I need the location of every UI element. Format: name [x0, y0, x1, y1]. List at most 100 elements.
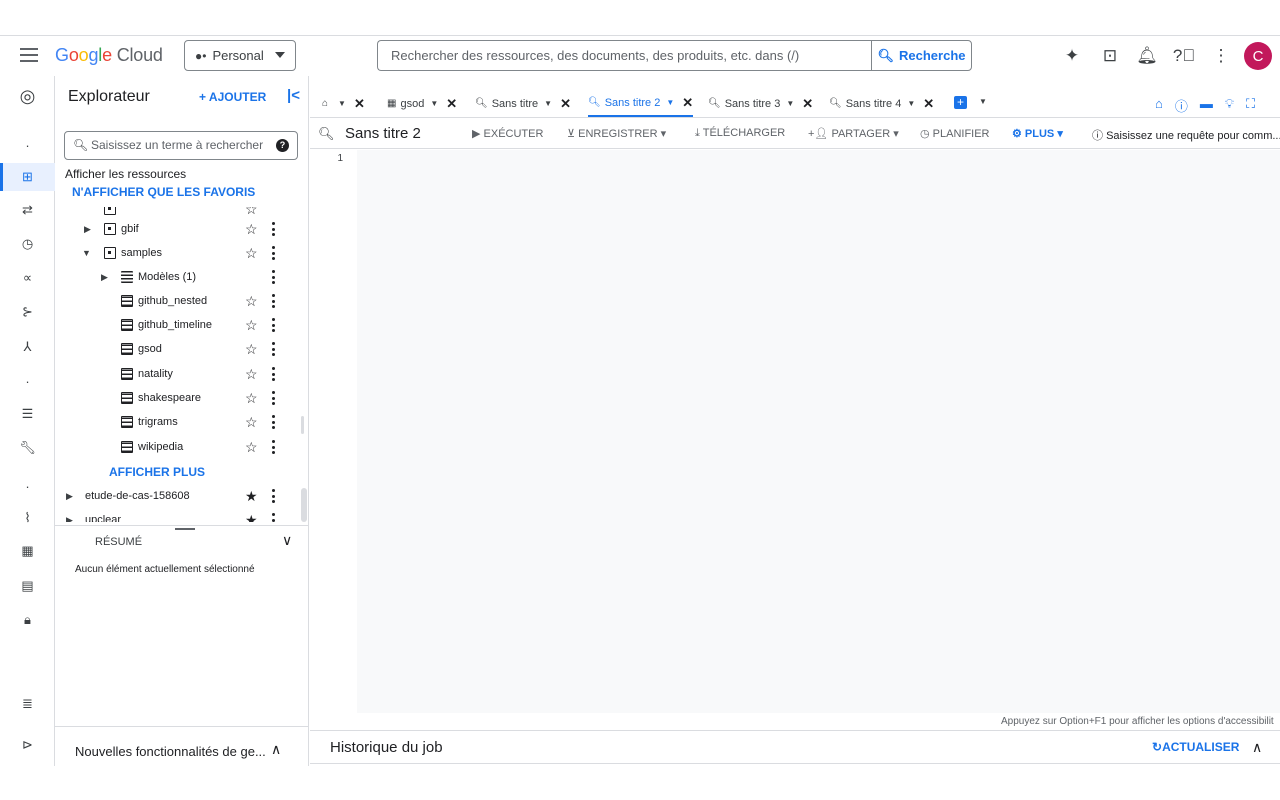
- project-selector[interactable]: ●• Personal: [184, 40, 296, 71]
- main-menu-icon[interactable]: [20, 48, 38, 62]
- expand-arrow-icon[interactable]: ▶: [66, 515, 73, 523]
- dashboard-icon[interactable]: ▦: [0, 537, 55, 565]
- fullscreen-icon[interactable]: ⛶: [1246, 96, 1255, 115]
- catalog-icon[interactable]: ▤: [0, 572, 55, 600]
- explorer-search-input[interactable]: 🔍︎ Saisissez un terme à rechercher ?: [64, 131, 298, 160]
- monitoring-icon[interactable]: ⌇: [0, 504, 55, 532]
- gemini-icon[interactable]: ✦: [1062, 46, 1082, 66]
- more-button[interactable]: ⚙ PLUS ▾: [1012, 127, 1063, 140]
- more-vert-icon[interactable]: [272, 270, 275, 284]
- star-outline-icon[interactable]: ☆: [245, 207, 258, 218]
- more-vert-icon[interactable]: [272, 391, 275, 405]
- rail-dot-icon[interactable]: ·: [0, 472, 55, 500]
- expand-arrow-icon[interactable]: ▶: [84, 224, 91, 235]
- expand-arrow-icon[interactable]: ▶: [66, 491, 73, 502]
- new-features-bar[interactable]: Nouvelles fonctionnalités de ge... ∧: [55, 726, 309, 766]
- star-outline-icon[interactable]: ☆: [245, 317, 258, 334]
- close-icon[interactable]: ✕: [446, 96, 457, 112]
- lock-icon[interactable]: 🔒︎: [0, 606, 55, 634]
- star-outline-icon[interactable]: ☆: [245, 341, 258, 358]
- sql-editor[interactable]: 1: [310, 150, 1280, 715]
- expand-rail-icon[interactable]: ⊳: [0, 731, 55, 759]
- close-icon[interactable]: ✕: [682, 95, 693, 111]
- studio-icon[interactable]: ⊞: [0, 163, 55, 191]
- rail-dot-icon[interactable]: ·: [0, 367, 55, 395]
- tree-row[interactable]: natality ☆: [55, 362, 299, 386]
- avatar[interactable]: C: [1244, 42, 1272, 70]
- job-history-bar[interactable]: Historique du job ↻ACTUALISER ∧: [310, 730, 1280, 764]
- tree-row[interactable]: ▼ samples ☆: [55, 241, 299, 265]
- star-outline-icon[interactable]: ☆: [245, 366, 258, 383]
- terminal-icon[interactable]: ⊡: [1100, 46, 1120, 66]
- summary-bar[interactable]: RÉSUMÉ ∨: [55, 525, 309, 555]
- tree-scroll-indicator[interactable]: [301, 416, 304, 434]
- more-vert-icon[interactable]: [272, 415, 275, 429]
- project-row[interactable]: ▶ upclear ★: [55, 508, 299, 522]
- more-vert-icon[interactable]: [272, 246, 275, 260]
- more-vert-icon[interactable]: [272, 440, 275, 454]
- lightbulb-icon[interactable]: 💡︎: [1225, 96, 1234, 115]
- tab-home[interactable]: ⌂ ▼ ✕: [322, 90, 365, 117]
- add-button[interactable]: + AJOUTER: [199, 90, 266, 104]
- tab-sans-titre-3[interactable]: 🔍︎ Sans titre 3 ▼ ✕: [708, 90, 813, 117]
- chevron-down-icon[interactable]: ▼: [666, 98, 674, 107]
- close-icon[interactable]: ✕: [802, 96, 813, 112]
- download-button[interactable]: ⤓ TÉLÉCHARGER: [695, 127, 785, 140]
- tab-sans-titre-2[interactable]: 🔍︎ Sans titre 2 ▼ ✕: [588, 90, 694, 117]
- expand-arrow-icon[interactable]: ▶: [101, 272, 108, 283]
- more-vert-icon[interactable]: [272, 367, 275, 381]
- project-row[interactable]: ▶ etude-de-cas-158608 ★: [55, 484, 299, 508]
- collapse-arrow-icon[interactable]: ▼: [82, 248, 91, 258]
- favorites-only-link[interactable]: N'AFFICHER QUE LES FAVORIS: [72, 185, 255, 199]
- home-icon[interactable]: ⌂: [1155, 96, 1163, 115]
- tree-row[interactable]: gsod ☆: [55, 337, 299, 361]
- help-icon[interactable]: ?⃝: [1173, 46, 1195, 66]
- tree-scrollbar[interactable]: [301, 488, 307, 522]
- code-area[interactable]: [357, 150, 1280, 713]
- chevron-down-icon[interactable]: ∨: [282, 532, 292, 549]
- chevron-up-icon[interactable]: ∧: [1252, 739, 1262, 756]
- share-button[interactable]: +👤︎ PARTAGER ▾: [808, 127, 899, 140]
- release-notes-icon[interactable]: ≣: [0, 690, 55, 718]
- help-icon[interactable]: ?: [276, 139, 289, 152]
- tab-sans-titre[interactable]: 🔍︎ Sans titre ▼ ✕: [475, 90, 571, 117]
- add-tab-icon[interactable]: +: [954, 96, 967, 109]
- google-cloud-logo[interactable]: Google Cloud: [55, 45, 163, 66]
- list-icon[interactable]: ☰: [0, 400, 55, 428]
- chevron-down-icon[interactable]: ▼: [786, 99, 794, 108]
- star-outline-icon[interactable]: ☆: [245, 390, 258, 407]
- star-outline-icon[interactable]: ☆: [245, 414, 258, 431]
- close-icon[interactable]: ✕: [560, 96, 571, 112]
- chevron-down-icon[interactable]: ▼: [979, 97, 987, 106]
- tab-gsod[interactable]: ▦ gsod ▼ ✕: [387, 90, 457, 117]
- more-vert-icon[interactable]: [272, 222, 275, 236]
- bell-icon[interactable]: 🔔︎: [1136, 46, 1158, 66]
- pipeline-icon[interactable]: ⊱: [0, 298, 55, 326]
- chevron-up-icon[interactable]: ∧: [271, 741, 281, 758]
- star-filled-icon[interactable]: ★: [245, 488, 258, 505]
- tree-row[interactable]: wikipedia ☆: [55, 435, 299, 459]
- close-icon[interactable]: ✕: [354, 96, 365, 112]
- bigquery-icon[interactable]: ◎: [0, 82, 55, 110]
- tree-row[interactable]: shakespeare ☆: [55, 386, 299, 410]
- transfer-icon[interactable]: ⇄: [0, 196, 55, 224]
- more-vert-icon[interactable]: [272, 513, 275, 522]
- analytics-hub-icon[interactable]: ∝: [0, 264, 55, 292]
- more-vert-icon[interactable]: [272, 342, 275, 356]
- more-vert-icon[interactable]: [272, 318, 275, 332]
- star-outline-icon[interactable]: ☆: [245, 245, 258, 262]
- more-vert-icon[interactable]: [272, 294, 275, 308]
- info-icon[interactable]: ⓘ: [1175, 96, 1188, 115]
- star-outline-icon[interactable]: ☆: [245, 221, 258, 238]
- search-button[interactable]: 🔍︎ Recherche: [871, 40, 972, 71]
- tree-row[interactable]: ▶ gbif ☆: [55, 217, 299, 241]
- save-button[interactable]: ⊻ ENREGISTRER ▾: [567, 127, 666, 140]
- tree-row[interactable]: github_nested ☆: [55, 289, 299, 313]
- chevron-down-icon[interactable]: ▼: [544, 99, 552, 108]
- show-more-link[interactable]: AFFICHER PLUS: [109, 465, 205, 479]
- more-vert-icon[interactable]: ⋮: [1211, 46, 1231, 66]
- chevron-down-icon[interactable]: ▼: [430, 99, 438, 108]
- tab-sans-titre-4[interactable]: 🔍︎ Sans titre 4 ▼ ✕: [829, 90, 934, 117]
- rail-dot-icon[interactable]: ·: [0, 131, 55, 159]
- run-button[interactable]: ▶ EXÉCUTER: [472, 127, 543, 140]
